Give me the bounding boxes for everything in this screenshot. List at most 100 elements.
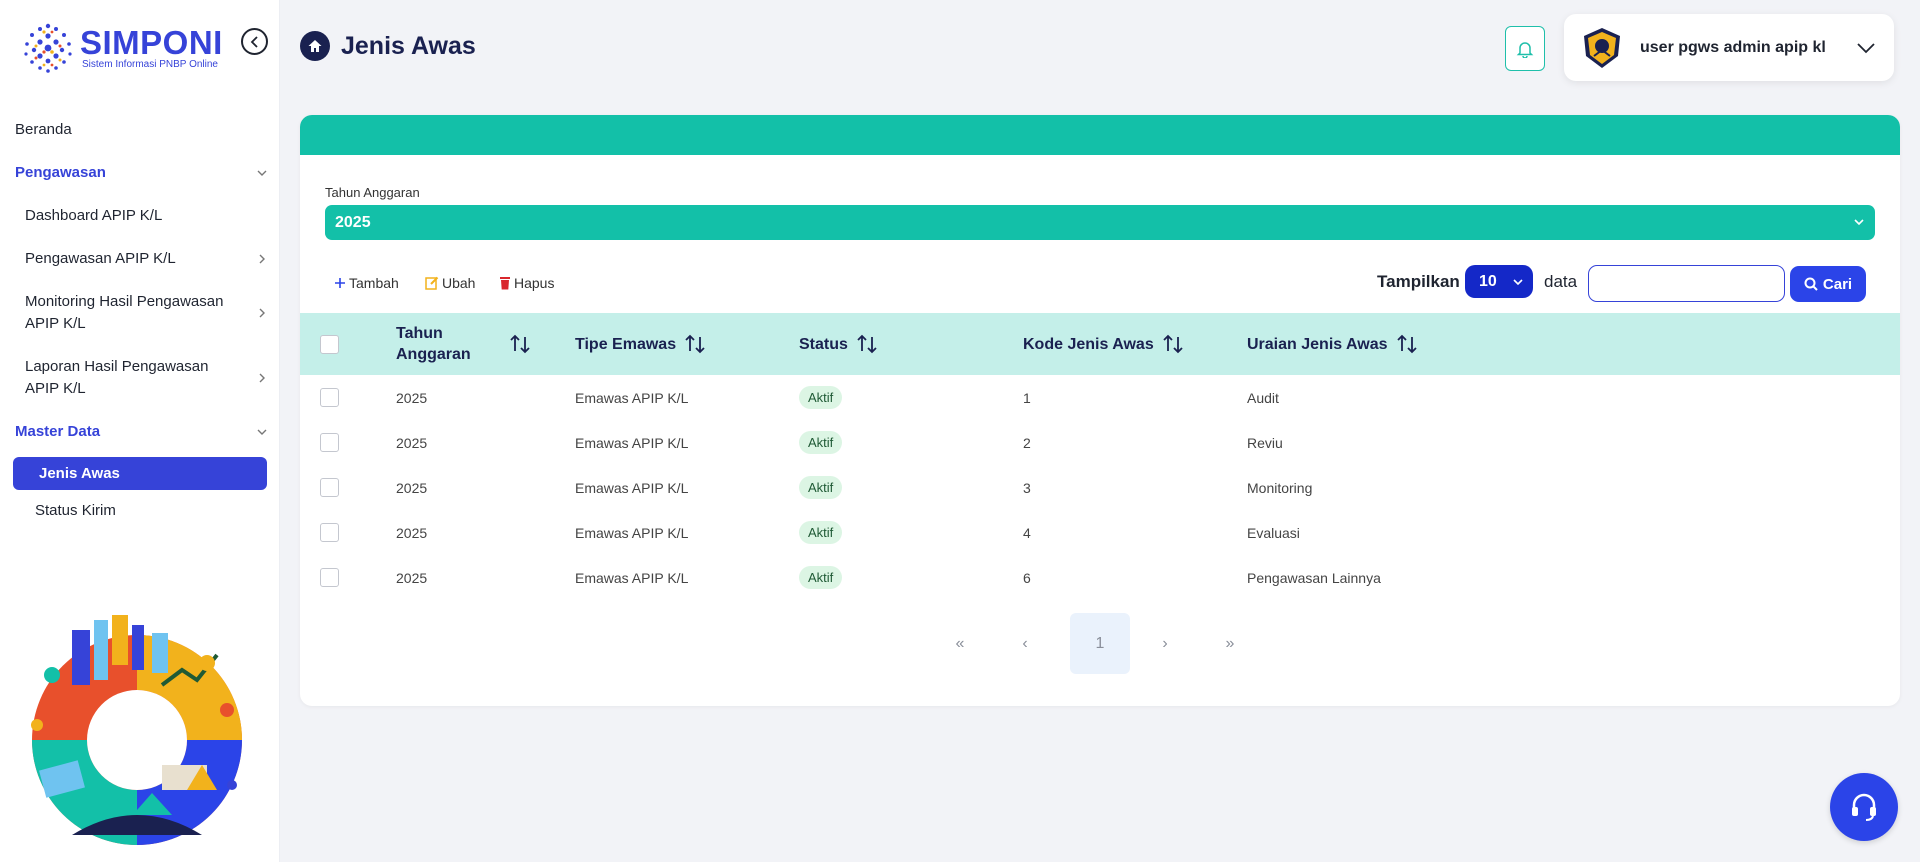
edit-button-label: Ubah <box>442 275 476 291</box>
pagination-last[interactable]: » <box>1200 613 1260 674</box>
sidebar-item-label: Jenis Awas <box>39 465 120 482</box>
table-row[interactable]: 2025 Emawas APIP K/L Aktif 3 Monitoring <box>300 465 1900 510</box>
sidebar-item-label: Laporan Hasil Pengawasan APIP K/L <box>25 357 209 397</box>
add-button[interactable]: Tambah <box>334 275 399 291</box>
sidebar-item-label: Beranda <box>15 121 72 138</box>
sidebar-group-master-data[interactable]: Master Data <box>0 410 280 453</box>
sort-icon[interactable] <box>509 333 531 355</box>
sort-icon[interactable] <box>856 333 878 355</box>
cell-kode: 2 <box>1023 434 1031 451</box>
search-button-label: Cari <box>1822 275 1853 293</box>
row-select-cell <box>320 510 339 555</box>
cell-uraian: Reviu <box>1247 434 1283 451</box>
page-size-select[interactable]: 10 <box>1465 265 1533 298</box>
sidebar-item-label: Monitoring Hasil Pengawasan APIP K/L <box>25 292 224 332</box>
pagination-next[interactable]: › <box>1135 613 1195 674</box>
column-label: Tahun Anggaran <box>396 325 471 363</box>
status-badge: Aktif <box>799 386 843 409</box>
kemenkeu-emblem-icon <box>1584 27 1620 68</box>
column-label: Tipe Emawas <box>575 335 677 353</box>
status-badge: Aktif <box>799 431 843 454</box>
chevron-left-icon <box>250 35 258 48</box>
sidebar-item-laporan-hasil[interactable]: Laporan Hasil Pengawasan APIP K/L <box>0 345 280 410</box>
data-label: data <box>1544 272 1578 291</box>
bell-icon <box>1516 41 1534 58</box>
sort-icon[interactable] <box>1162 333 1184 355</box>
tahun-anggaran-select[interactable]: 2025 <box>325 205 1875 240</box>
simponi-logo-icon <box>24 23 72 73</box>
cell-kode: 1 <box>1023 389 1031 406</box>
cell-tipe: Emawas APIP K/L <box>575 389 689 406</box>
cell-uraian: Monitoring <box>1247 479 1313 496</box>
sidebar-collapse-button[interactable] <box>241 28 268 55</box>
chevron-down-icon <box>257 170 267 176</box>
row-checkbox[interactable] <box>320 523 339 542</box>
cell-uraian: Audit <box>1247 389 1279 406</box>
add-button-label: Tambah <box>349 275 399 291</box>
chevron-down-icon <box>1857 43 1875 54</box>
sidebar-item-pengawasan-apip[interactable]: Pengawasan APIP K/L <box>0 237 280 280</box>
sidebar-item-status-kirim[interactable]: Status Kirim <box>0 490 280 530</box>
column-tipe-emawas[interactable]: Tipe Emawas <box>575 313 706 375</box>
status-badge: Aktif <box>799 521 843 544</box>
delete-button[interactable]: Hapus <box>499 275 554 291</box>
table-row[interactable]: 2025 Emawas APIP K/L Aktif 1 Audit <box>300 375 1900 420</box>
cell-tipe: Emawas APIP K/L <box>575 434 689 451</box>
edit-button[interactable]: Ubah <box>425 275 475 291</box>
cell-tahun: 2025 <box>396 479 428 496</box>
row-checkbox[interactable] <box>320 568 339 587</box>
table-row[interactable]: 2025 Emawas APIP K/L Aktif 6 Pengawasan … <box>300 555 1900 600</box>
sidebar-item-beranda[interactable]: Beranda <box>0 108 280 151</box>
chevron-right-icon <box>259 308 265 317</box>
row-select-cell <box>320 555 339 600</box>
row-select-cell <box>320 375 339 420</box>
table-header: Tahun Anggaran Tipe Emawas Status Kode J… <box>300 313 1900 375</box>
column-status[interactable]: Status <box>799 313 878 375</box>
chevron-down-icon <box>1513 279 1523 286</box>
delete-button-label: Hapus <box>514 275 555 291</box>
sort-icon[interactable] <box>1396 333 1418 355</box>
home-icon[interactable] <box>300 31 330 61</box>
headset-icon <box>1852 793 1876 821</box>
cell-tipe: Emawas APIP K/L <box>575 569 689 586</box>
brand-logo[interactable]: SIMPONI Sistem Informasi PNBP Online <box>18 18 268 78</box>
notification-button[interactable] <box>1505 26 1545 71</box>
table-row[interactable]: 2025 Emawas APIP K/L Aktif 2 Reviu <box>300 420 1900 465</box>
column-tahun-anggaran[interactable]: Tahun Anggaran <box>396 313 531 375</box>
sidebar-item-jenis-awas[interactable]: Jenis Awas <box>13 457 267 490</box>
pagination-first[interactable]: « <box>930 613 990 674</box>
edit-icon <box>425 276 439 290</box>
column-kode-jenis-awas[interactable]: Kode Jenis Awas <box>1023 313 1184 375</box>
search-button[interactable]: Cari <box>1790 266 1866 302</box>
sidebar-item-label: Status Kirim <box>35 501 116 519</box>
cell-tahun: 2025 <box>396 389 428 406</box>
cell-kode: 6 <box>1023 569 1031 586</box>
tahun-anggaran-label: Tahun Anggaran <box>325 185 420 200</box>
sidebar-item-label: Master Data <box>15 423 101 440</box>
column-uraian-jenis-awas[interactable]: Uraian Jenis Awas <box>1247 313 1418 375</box>
help-support-button[interactable] <box>1830 773 1898 841</box>
cell-status: Aktif <box>799 420 843 465</box>
sidebar-group-pengawasan[interactable]: Pengawasan <box>0 151 280 194</box>
page-header: Jenis Awas <box>300 31 476 61</box>
cell-tipe: Emawas APIP K/L <box>575 524 689 541</box>
sidebar-item-monitoring-hasil[interactable]: Monitoring Hasil Pengawasan APIP K/L <box>0 280 280 345</box>
pagination-prev[interactable]: ‹ <box>995 613 1055 674</box>
sidebar-item-label: Pengawasan APIP K/L <box>25 249 176 267</box>
sidebar-item-label: Dashboard APIP K/L <box>25 206 163 224</box>
cell-status: Aktif <box>799 510 843 555</box>
row-checkbox[interactable] <box>320 433 339 452</box>
row-checkbox[interactable] <box>320 478 339 497</box>
row-checkbox[interactable] <box>320 388 339 407</box>
sort-icon[interactable] <box>684 333 706 355</box>
select-all-checkbox[interactable] <box>320 334 339 354</box>
pagination-page-current[interactable]: 1 <box>1070 613 1130 674</box>
table-row[interactable]: 2025 Emawas APIP K/L Aktif 4 Evaluasi <box>300 510 1900 555</box>
status-badge: Aktif <box>799 476 843 499</box>
search-input[interactable] <box>1588 265 1785 302</box>
cell-tahun: 2025 <box>396 524 428 541</box>
cell-status: Aktif <box>799 375 843 420</box>
user-menu[interactable]: user pgws admin apip kl <box>1564 14 1894 81</box>
tahun-anggaran-value: 2025 <box>335 213 371 231</box>
sidebar-item-dashboard-apip[interactable]: Dashboard APIP K/L <box>0 194 280 237</box>
